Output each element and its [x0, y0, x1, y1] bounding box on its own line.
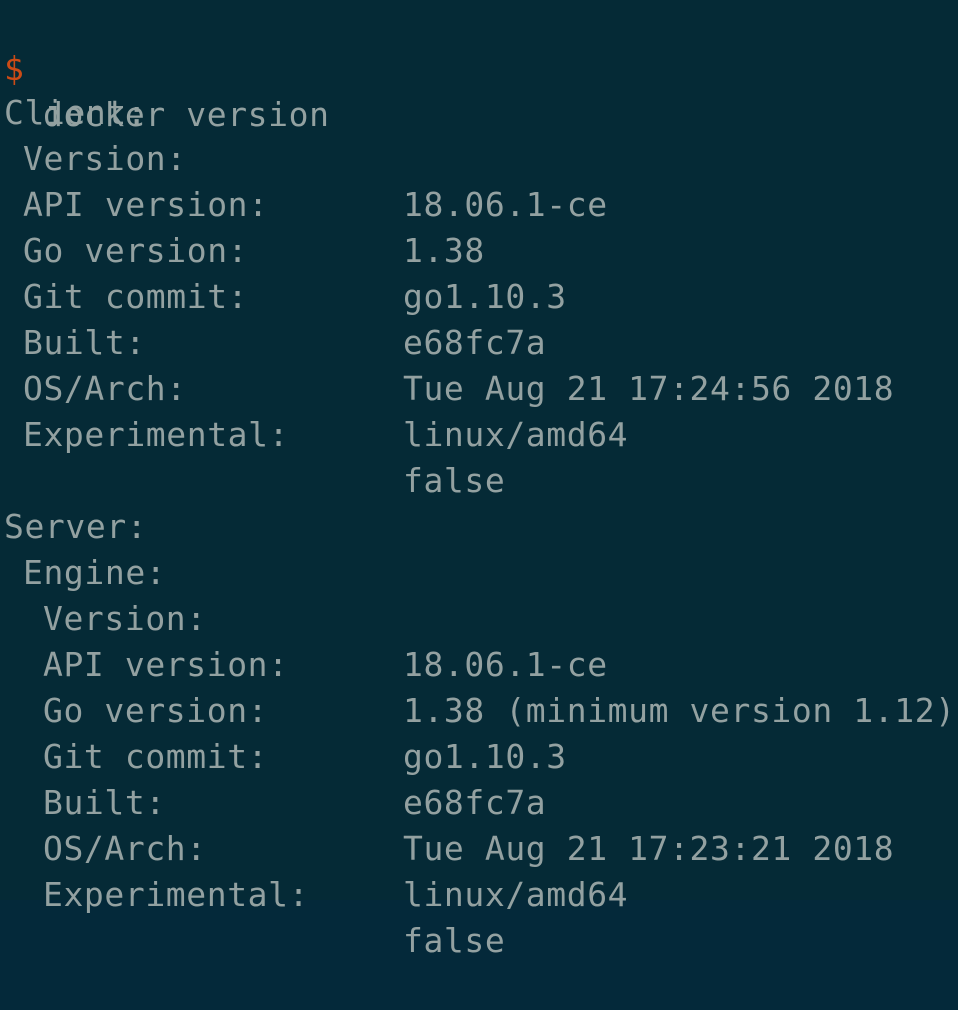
server-row-built: Built: Tue Aug 21 17:23:21 2018 [0, 734, 894, 868]
row-value: 18.06.1-ce [403, 645, 608, 684]
row-value: false [403, 461, 506, 500]
server-row-git-commit: Git commit: e68fc7a [0, 688, 546, 822]
row-value: e68fc7a [403, 323, 547, 362]
server-header: Server: [0, 458, 147, 546]
server-row-go-version: Go version: go1.10.3 [0, 642, 566, 776]
client-row-experimental: Experimental: false [0, 366, 505, 500]
server-row-api-version: API version: 1.38 (minimum version 1.12) [0, 596, 955, 730]
row-value: linux/amd64 [403, 415, 629, 454]
row-value: 1.38 [403, 231, 485, 270]
row-value: go1.10.3 [403, 737, 567, 776]
server-row-experimental: Experimental: false [0, 826, 505, 960]
engine-header: Engine: [0, 504, 166, 592]
client-row-version: Version: 18.06.1-ce [0, 90, 607, 224]
client-row-api-version: API version: 1.38 [0, 136, 484, 270]
row-value: Tue Aug 21 17:23:21 2018 [403, 829, 895, 868]
row-value: Tue Aug 21 17:24:56 2018 [403, 369, 895, 408]
row-value: go1.10.3 [403, 277, 567, 316]
terminal-window[interactable]: $ docker version Client: Version: 18.06.… [0, 0, 958, 960]
client-row-os-arch: OS/Arch: linux/amd64 [0, 320, 628, 454]
row-value: 1.38 (minimum version 1.12) [403, 691, 956, 730]
client-row-git-commit: Git commit: e68fc7a [0, 228, 546, 362]
client-row-built: Built: Tue Aug 21 17:24:56 2018 [0, 274, 894, 408]
client-header: Client: [0, 44, 147, 132]
row-value: false [403, 921, 506, 960]
row-value: linux/amd64 [403, 875, 629, 914]
row-key: Experimental: [43, 875, 310, 914]
server-row-os-arch: OS/Arch: linux/amd64 [0, 780, 628, 914]
row-value: 18.06.1-ce [403, 185, 608, 224]
command-line: $ docker version [0, 0, 329, 134]
row-key: Experimental: [23, 415, 290, 454]
client-row-go-version: Go version: go1.10.3 [0, 182, 566, 316]
server-row-version: Version: 18.06.1-ce [0, 550, 607, 684]
row-value: e68fc7a [403, 783, 547, 822]
